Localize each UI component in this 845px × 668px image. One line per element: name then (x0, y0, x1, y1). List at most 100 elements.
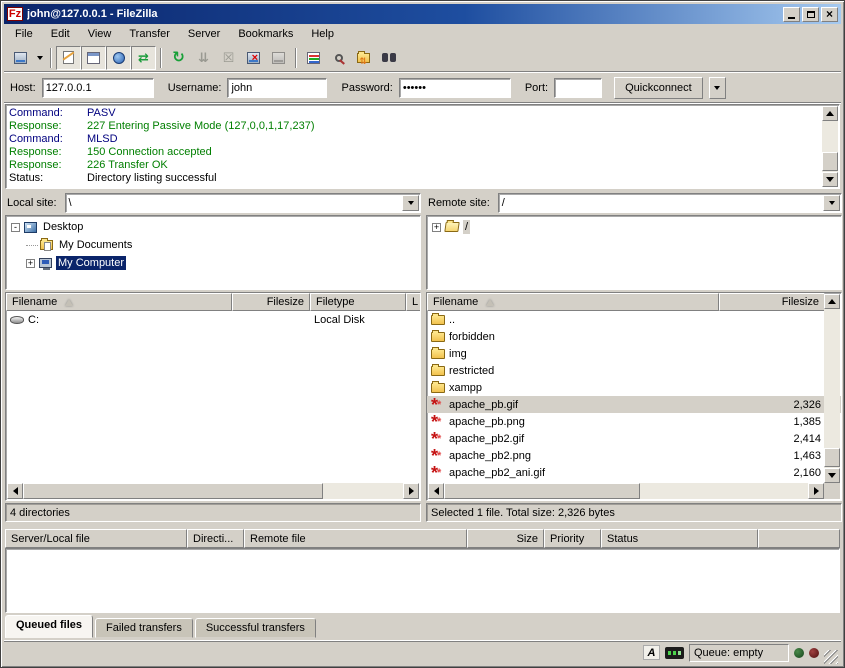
column-header-remote-file[interactable]: Remote file (244, 529, 467, 548)
column-header-server-local-file[interactable]: Server/Local file (5, 529, 187, 548)
tree-item-desktop[interactable]: - Desktop (6, 218, 420, 236)
directory-comparison-button[interactable] (376, 46, 401, 70)
arrow-up-icon (826, 111, 834, 116)
expand-toggle[interactable]: + (26, 259, 35, 268)
collapse-toggle[interactable]: - (11, 223, 20, 232)
folder-row[interactable]: forbidden (427, 328, 841, 345)
tree-item-my-documents[interactable]: My Documents (6, 236, 420, 254)
site-manager-dropdown-button[interactable] (33, 46, 46, 70)
remote-horizontal-scrollbar[interactable] (428, 483, 824, 499)
menu-server[interactable]: Server (179, 26, 229, 42)
menu-file[interactable]: File (6, 26, 42, 42)
remote-vertical-scrollbar[interactable] (824, 294, 840, 483)
column-header-priority[interactable]: Priority (544, 529, 601, 548)
arrow-right-icon (814, 487, 819, 495)
resize-grip[interactable] (824, 650, 838, 664)
refresh-button[interactable]: ↻ (166, 46, 191, 70)
local-file-row[interactable]: C: Local Disk (6, 311, 420, 328)
port-input[interactable] (554, 78, 602, 98)
synchronized-browsing-button[interactable]: ⇅ (351, 46, 376, 70)
host-input[interactable] (42, 78, 154, 98)
site-manager-button[interactable] (8, 46, 33, 70)
close-button[interactable]: × (821, 7, 838, 22)
directory-listing-filters-button[interactable] (301, 46, 326, 70)
folder-row[interactable]: xampp (427, 379, 841, 396)
scroll-up-button[interactable] (822, 106, 838, 121)
column-header-filename[interactable]: Filename (427, 293, 719, 311)
folder-row[interactable]: restricted (427, 362, 841, 379)
tab-successful-transfers[interactable]: Successful transfers (195, 618, 316, 638)
toggle-transfer-queue-button[interactable]: ⇄ (131, 46, 156, 70)
column-header-filesize[interactable]: Filesize (232, 293, 310, 311)
column-header-status[interactable]: Status (601, 529, 758, 548)
tab-failed-transfers[interactable]: Failed transfers (95, 618, 193, 638)
scroll-down-button[interactable] (824, 468, 840, 483)
scroll-right-button[interactable] (403, 483, 419, 499)
file-row[interactable]: apache_pb2.gif 2,414 (427, 430, 841, 447)
column-header-filename[interactable]: Filename (6, 293, 232, 311)
log-line: Command:PASV (9, 107, 819, 120)
image-file-icon (431, 466, 445, 480)
tree-item-root[interactable]: + / (427, 218, 841, 236)
quickconnect-button[interactable]: Quickconnect (614, 77, 703, 99)
scrollbar-thumb[interactable] (822, 152, 838, 171)
local-horizontal-scrollbar[interactable] (7, 483, 419, 499)
arrow-down-icon (826, 177, 834, 182)
local-site-combo[interactable]: \ (65, 193, 421, 213)
file-row-selected[interactable]: apache_pb.gif 2,326 (427, 396, 841, 413)
menu-view[interactable]: View (79, 26, 121, 42)
column-header-filetype[interactable]: Filetype (310, 293, 406, 311)
tab-queued-files[interactable]: Queued files (5, 615, 93, 638)
quickconnect-dropdown-button[interactable] (709, 77, 726, 99)
disconnect-button[interactable]: × (241, 46, 266, 70)
tree-item-my-computer[interactable]: + My Computer (6, 254, 420, 272)
remote-site-combo[interactable]: / (498, 193, 842, 213)
column-header-direction[interactable]: Directi... (187, 529, 244, 548)
menu-transfer[interactable]: Transfer (120, 26, 179, 42)
process-queue-button[interactable]: ⇊ (191, 46, 216, 70)
file-row[interactable]: apache_pb.png 1,385 (427, 413, 841, 430)
scroll-left-button[interactable] (7, 483, 23, 499)
column-label: L (412, 296, 418, 308)
username-input[interactable] (227, 78, 327, 98)
folder-row[interactable]: img (427, 345, 841, 362)
toggle-remote-tree-button[interactable] (106, 46, 131, 70)
reconnect-button[interactable] (266, 46, 291, 70)
minimize-button[interactable] (783, 7, 800, 22)
local-site-dropdown-button[interactable] (402, 195, 419, 211)
cancel-operation-button[interactable]: ☒ (216, 46, 241, 70)
scroll-left-button[interactable] (428, 483, 444, 499)
title-bar[interactable]: Fz john@127.0.0.1 - FileZilla × (4, 4, 841, 24)
sync-browsing-icon: ⇅ (357, 53, 370, 63)
file-search-button[interactable] (326, 46, 351, 70)
scrollbar-thumb[interactable] (444, 483, 640, 499)
file-size (719, 328, 825, 345)
scrollbar-thumb[interactable] (824, 448, 840, 467)
expand-toggle[interactable]: + (432, 223, 441, 232)
column-header-last-modified[interactable]: L (406, 293, 421, 311)
menu-edit[interactable]: Edit (42, 26, 79, 42)
file-row[interactable]: apache_pb2_ani.gif 2,160 (427, 464, 841, 481)
log-vertical-scrollbar[interactable] (822, 106, 838, 187)
scroll-up-button[interactable] (824, 294, 840, 309)
toggle-local-tree-button[interactable] (81, 46, 106, 70)
maximize-button[interactable] (802, 7, 819, 22)
remote-site-dropdown-button[interactable] (823, 195, 840, 211)
data-type-ascii-icon[interactable]: A (643, 645, 660, 660)
queue-status-panel: Queue: empty (689, 644, 789, 662)
toggle-message-log-button[interactable] (56, 46, 81, 70)
menu-help[interactable]: Help (302, 26, 343, 42)
folder-row[interactable]: .. (427, 311, 841, 328)
column-header-filesize[interactable]: Filesize (719, 293, 825, 311)
transfer-queue-list[interactable] (5, 548, 840, 613)
file-row[interactable]: apache_pb2.png 1,463 (427, 447, 841, 464)
speed-limits-icon[interactable] (665, 647, 684, 659)
scroll-down-button[interactable] (822, 172, 838, 187)
log-line: Response:150 Connection accepted (9, 146, 819, 159)
column-header-size[interactable]: Size (467, 529, 544, 548)
password-input[interactable] (399, 78, 511, 98)
menu-bookmarks[interactable]: Bookmarks (229, 26, 302, 42)
scroll-right-button[interactable] (808, 483, 824, 499)
file-name: restricted (449, 365, 494, 377)
scrollbar-thumb[interactable] (23, 483, 323, 499)
